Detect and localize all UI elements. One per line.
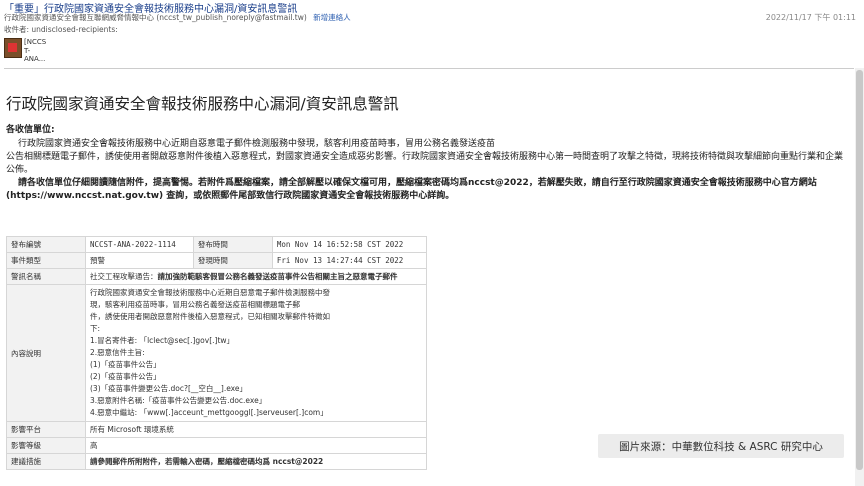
image-source-caption: 圖片來源：中華數位科技 & ASRC 研究中心 [598, 434, 844, 458]
table-key: 發布編號 [6, 236, 86, 253]
header-divider [4, 68, 854, 69]
alert-category: 社交工程攻擊通告： [90, 272, 158, 281]
table-key: 影響等級 [6, 437, 86, 454]
attachment-name: [NCCS T- ANA... [24, 38, 47, 63]
table-value: 所有 Microsoft 環境系統 [85, 421, 427, 438]
table-key: 警訊名稱 [6, 268, 86, 285]
scrollbar-thumb[interactable] [856, 70, 863, 470]
add-contact-link[interactable]: 新增連絡人 [313, 13, 351, 22]
recommendation: 請參閱郵件所附附件，若需輸入密碼，壓縮檔密碼均爲 nccst@2022 [90, 457, 324, 466]
body-paragraph-1: 行政院國家資通安全會報技術服務中心近期自惡意電子郵件檢測服務中發現，駭客利用疫苗… [18, 139, 496, 149]
message-body: 各收信單位: 行政院國家資通安全會報技術服務中心近期自惡意電子郵件檢測服務中發現… [6, 124, 844, 203]
table-value: 預警 [85, 252, 194, 269]
email-date: 2022/11/17 下午 01:11 [765, 13, 856, 22]
recipient-label: 各收信單位: [6, 125, 55, 135]
desc-line: 下: [90, 324, 101, 333]
table-row: 影響平台 所有 Microsoft 環境系統 [6, 421, 427, 438]
table-row: 影響等級 高 [6, 437, 427, 454]
table-key: 發現時間 [192, 252, 273, 269]
email-recipients: 收件者: undisclosed-recipients: [4, 25, 118, 34]
table-row: 事件類型 預警 發現時間 Fri Nov 13 14:27:44 CST 202… [6, 252, 428, 269]
desc-line: 3.惡意附件名稱:「疫苗事件公告變更公告.doc.exe」 [90, 396, 267, 405]
desc-line: 4.惡意中繼站: 「www[.]acceunt_mettgooggl[.]ser… [90, 408, 328, 417]
alert-name: 請加強防範駭客假冒公務名義發送疫苗事件公告相關主旨之惡意電子郵件 [157, 272, 398, 281]
desc-line: 1.冒名寄件者: 「lclect@sec[.]gov[.]tw」 [90, 336, 235, 345]
table-key: 事件類型 [6, 252, 86, 269]
desc-line: 2.惡意信件主旨: [90, 348, 145, 357]
desc-line: 件，誘使使用者開啟惡意附件後植入惡意程式，已知相關攻擊郵件特徵如 [90, 312, 330, 321]
sender-name: 行政院國家資通安全會報互聯網威脅情報中心 (nccst_tw_publish_n… [4, 13, 307, 22]
table-row: 內容說明 行政院國家資通安全會報技術服務中心近期自惡意電子郵件檢測服務中發 現，… [6, 284, 427, 422]
table-value: Mon Nov 14 16:52:58 CST 2022 [271, 236, 428, 253]
alert-info-table: 發布編號 NCCST-ANA-2022-1114 發布時間 Mon Nov 14… [6, 236, 428, 470]
table-row: 發布編號 NCCST-ANA-2022-1114 發布時間 Mon Nov 14… [6, 236, 428, 253]
table-value: 請參閱郵件所附附件，若需輸入密碼，壓縮檔密碼均爲 nccst@2022 [85, 453, 427, 470]
table-key: 影響平台 [6, 421, 86, 438]
email-sender: 行政院國家資通安全會報互聯網威脅情報中心 (nccst_tw_publish_n… [4, 12, 351, 23]
desc-line: (1)「疫苗事件公告」 [90, 360, 161, 369]
table-row: 建議措施 請參閱郵件所附附件，若需輸入密碼，壓縮檔密碼均爲 nccst@2022 [6, 453, 427, 470]
table-value: NCCST-ANA-2022-1114 [85, 236, 194, 253]
table-key: 發布時間 [192, 236, 273, 253]
email-header: 「重要」行政院國家資通安全會報技術服務中心漏洞/資安訊息警訊 2022/11/1… [0, 0, 864, 36]
table-row: 警訊名稱 社交工程攻擊通告：請加強防範駭客假冒公務名義發送疫苗事件公告相關主旨之… [6, 268, 427, 285]
table-value: 社交工程攻擊通告：請加強防範駭客假冒公務名義發送疫苗事件公告相關主旨之惡意電子郵… [85, 268, 427, 285]
archive-file-icon [4, 38, 22, 58]
table-value: Fri Nov 13 14:27:44 CST 2022 [271, 252, 428, 269]
desc-line: 行政院國家資通安全會報技術服務中心近期自惡意電子郵件檢測服務中發 [90, 288, 330, 297]
body-paragraph-3: 請各收信單位仔細閱讀隨信附件，提高警惕。若附件爲壓縮檔案，請全部解壓以確保文檔可… [6, 178, 817, 201]
desc-line: (2)「疫苗事件公告」 [90, 372, 161, 381]
table-value: 行政院國家資通安全會報技術服務中心近期自惡意電子郵件檢測服務中發 現，駭客利用疫… [85, 284, 427, 422]
table-key: 建議措施 [6, 453, 86, 470]
desc-line: (3)「疫苗事件變更公告.doc?[__空白__].exe」 [90, 384, 248, 393]
attachment[interactable]: [NCCS T- ANA... [4, 38, 48, 64]
table-value: 高 [85, 437, 427, 454]
body-paragraph-2: 公告相關標題電子郵件，誘使使用者開啟惡意附件後植入惡意程式，對國家資通安全造成惡… [6, 152, 844, 175]
table-key: 內容說明 [6, 284, 86, 422]
message-title: 行政院國家資通安全會報技術服務中心漏洞/資安訊息警訊 [6, 95, 399, 113]
desc-line: 現，駭客利用疫苗時事，冒用公務名義發送疫苗相關標題電子郵 [90, 300, 300, 309]
